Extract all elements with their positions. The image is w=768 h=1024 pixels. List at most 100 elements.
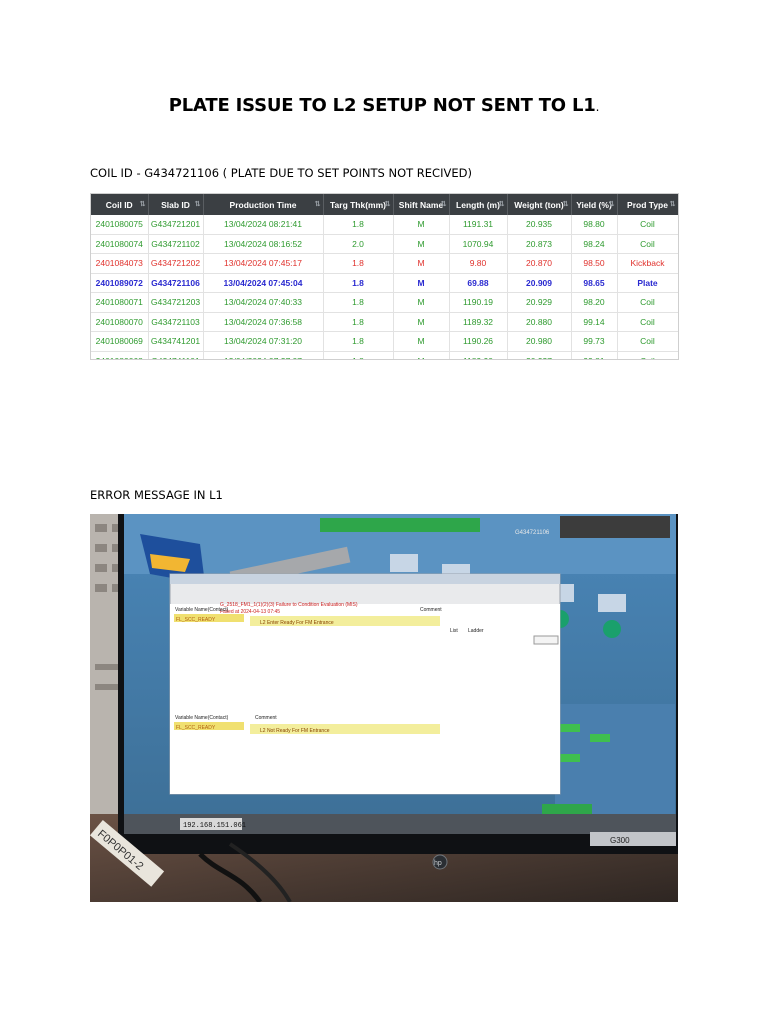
table-cell: 99.81 <box>571 351 618 359</box>
sort-icon[interactable]: ⇅ <box>441 200 447 208</box>
upper-comment: L2 Enter Ready For FM Entrance <box>260 620 334 626</box>
table-cell: 2401080075 <box>91 215 149 235</box>
popup-sub: Failed at 2024-04-13 07:45 <box>220 609 280 615</box>
table-cell: 20.870 <box>507 253 572 274</box>
table-cell: 2401089072 <box>91 273 149 293</box>
column-header[interactable]: Length (m) ⇅ <box>449 194 508 215</box>
table-cell: M <box>393 273 450 293</box>
column-header[interactable]: Yield (%) ⇅ <box>571 194 618 215</box>
table-cell: 98.65 <box>571 273 618 293</box>
table-row[interactable]: 2401084073 G434721202 13/04/2024 07:45:17 1… <box>91 253 678 274</box>
table-row[interactable]: 2401080068G43474110113/04/2024 07:27:071… <box>91 351 678 359</box>
ip-label: 192.168.151.061 <box>183 822 246 830</box>
table-cell: 1.8 <box>323 215 394 235</box>
table-cell: 1.8 <box>323 351 394 359</box>
table-cell: 2401084073 <box>91 253 149 274</box>
column-header[interactable]: Targ Thk(mm) ⇅ <box>323 194 394 215</box>
device-label: G300 <box>610 836 630 845</box>
table-cell: 2401080070 <box>91 312 149 332</box>
table-cell: M <box>393 234 450 254</box>
table-cell: 2.0 <box>323 234 394 254</box>
table-cell: Kickback <box>617 253 678 274</box>
sort-icon[interactable]: ⇅ <box>385 200 391 208</box>
column-header-label: Yield (%) <box>576 199 612 210</box>
table-cell: 98.80 <box>571 215 618 235</box>
table-cell: 99.73 <box>571 331 618 352</box>
table-cell: M <box>393 292 450 313</box>
error-caption: ERROR MESSAGE IN L1 <box>90 488 223 502</box>
table-cell: 98.20 <box>571 292 618 313</box>
table-cell: G434721202 <box>148 253 204 274</box>
table-cell: Coil <box>617 312 678 332</box>
page-title: PLATE ISSUE TO L2 SETUP NOT SENT TO L1. <box>168 95 600 116</box>
table-row[interactable]: 2401080069 G434741201 13/04/2024 07:31:20 1… <box>91 331 678 352</box>
table-cell: M <box>393 253 450 274</box>
sort-icon[interactable]: ⇅ <box>140 200 146 208</box>
coil-id-caption: COIL ID - G434721106 ( PLATE DUE TO SET … <box>90 166 472 180</box>
table-cell: 1190.19 <box>449 292 508 313</box>
table-cell: G434741101 <box>148 351 204 359</box>
column-header-label: Length (m) <box>456 199 500 210</box>
table-cell: 20.937 <box>507 351 572 359</box>
column-header[interactable]: Slab ID ⇅ <box>148 194 204 215</box>
table-cell: 13/04/2024 07:45:04 <box>203 273 324 293</box>
table-cell: 1.8 <box>323 312 394 332</box>
sort-icon[interactable]: ⇅ <box>499 200 505 208</box>
table-cell: 2401080069 <box>91 331 149 352</box>
table-row[interactable]: 2401080075 G434721201 13/04/2024 08:21:41 1… <box>91 215 678 235</box>
table-cell: 20.935 <box>507 215 572 235</box>
option-ladder: Ladder <box>468 628 484 634</box>
table-cell: 2401080071 <box>91 292 149 313</box>
table-row[interactable]: 2401080070 G434721103 13/04/2024 07:36:58 1… <box>91 312 678 332</box>
column-header-label: Weight (ton) <box>514 199 564 210</box>
sort-icon[interactable]: ⇅ <box>563 200 569 208</box>
lower-comment: L2 Not Ready For FM Entrance <box>260 728 330 734</box>
table-cell: 13/04/2024 08:21:41 <box>203 215 324 235</box>
table-header-row: Coil ID ⇅ Slab ID ⇅ Production Time ⇅ Targ Thk… <box>91 194 678 215</box>
table-cell: M <box>393 215 450 235</box>
table-cell: 9.80 <box>449 253 508 274</box>
table-cell: Coil <box>617 234 678 254</box>
column-header[interactable]: Weight (ton) ⇅ <box>507 194 572 215</box>
column-header[interactable]: Shift Name ⇅ <box>393 194 450 215</box>
table-row[interactable]: 2401089072 G434721106 13/04/2024 07:45:04 1… <box>91 273 678 293</box>
table-cell: 1191.31 <box>449 215 508 235</box>
table-cell: 20.909 <box>507 273 572 293</box>
sort-icon[interactable]: ⇅ <box>609 200 615 208</box>
table-cell: G434741201 <box>148 331 204 352</box>
table-cell: Plate <box>617 273 678 293</box>
lower-var-header: Variable Name(Contact) <box>175 715 229 721</box>
sort-icon[interactable]: ⇅ <box>195 200 201 208</box>
table-cell: 20.873 <box>507 234 572 254</box>
option-list: List <box>450 628 458 634</box>
table-cell: 1070.94 <box>449 234 508 254</box>
column-header-label: Prod Type <box>627 199 668 210</box>
table-cell: 2401080068 <box>91 351 149 359</box>
table-cell: 1.8 <box>323 273 394 293</box>
table-cell: 1190.26 <box>449 331 508 352</box>
table-row[interactable]: 2401080074 G434721102 13/04/2024 08:16:52 2… <box>91 234 678 254</box>
table-cell: Coil <box>617 292 678 313</box>
column-header[interactable]: Prod Type ⇅ <box>617 194 678 215</box>
table-cell: 13/04/2024 08:16:52 <box>203 234 324 254</box>
table-cell: 13/04/2024 07:27:07 <box>203 351 324 359</box>
table-cell: M <box>393 312 450 332</box>
sort-icon[interactable]: ⇅ <box>670 200 676 208</box>
column-header[interactable]: Coil ID ⇅ <box>91 194 149 215</box>
table-cell: 1189.32 <box>449 312 508 332</box>
upper-comment-header: Comment <box>420 607 442 613</box>
column-header-label: Production Time <box>229 199 297 210</box>
table-cell: Coil <box>617 215 678 235</box>
table-cell: 20.929 <box>507 292 572 313</box>
table-row[interactable]: 2401080071 G434721203 13/04/2024 07:40:33 1… <box>91 292 678 313</box>
upper-var-header: Variable Name(Contact) <box>175 607 229 613</box>
column-header[interactable]: Production Time ⇅ <box>203 194 324 215</box>
popup-message: G_2518_FM1_1(1)(2)(3) Failure to Conditi… <box>220 602 358 608</box>
sort-icon[interactable]: ⇅ <box>315 200 321 208</box>
table-cell: 1.8 <box>323 331 394 352</box>
table-cell: M <box>393 351 450 359</box>
l1-error-screenshot-photo: G_2518_FM1_1(1)(2)(3) Failure to Conditi… <box>90 514 678 902</box>
slab-id-readout: G434721106 <box>515 530 550 536</box>
column-header-label: Slab ID <box>161 199 190 210</box>
column-header-label: Targ Thk(mm) <box>329 199 387 210</box>
